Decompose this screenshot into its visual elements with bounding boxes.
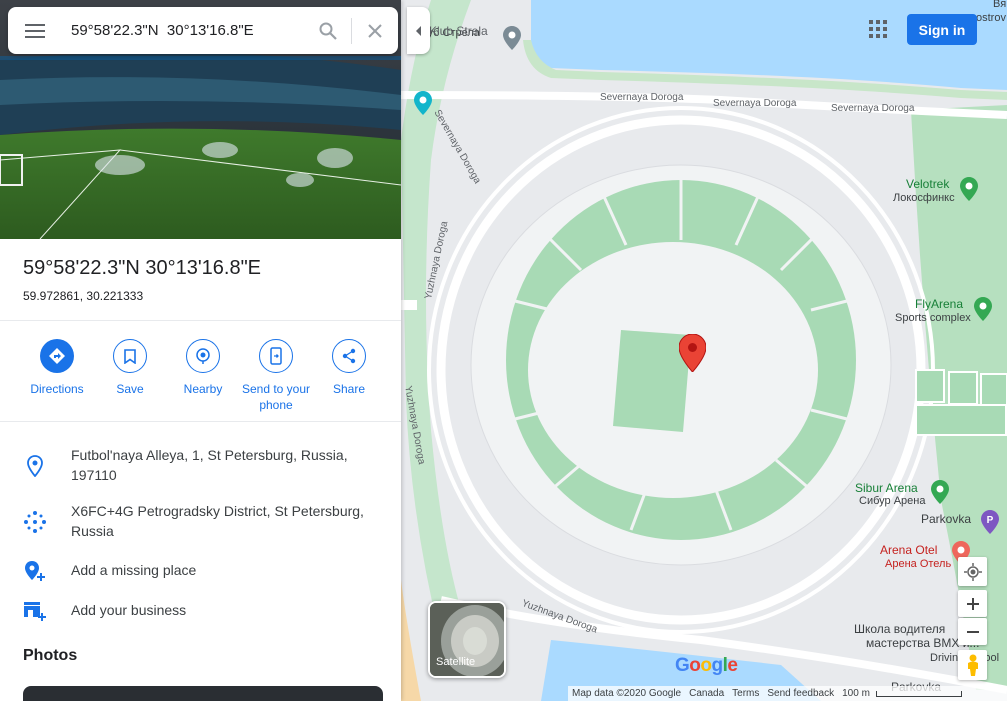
location-pin-icon [22,453,48,479]
send-to-phone-icon [270,347,282,365]
map-label-velotrek[interactable]: Velotrek [906,177,949,191]
scale-label[interactable]: 100 m [842,688,870,699]
directions-button[interactable]: Directions [20,339,94,397]
save-label: Save [116,382,144,396]
map-data-attribution: Map data ©2020 Google [572,688,682,699]
google-logo: Google [675,655,738,676]
velotrek-pin-icon[interactable] [960,177,978,201]
photo-thumbnail[interactable] [23,686,383,701]
nearby-circle[interactable] [186,339,220,373]
divider [0,421,401,422]
parking-pin-icon[interactable]: P [981,510,999,534]
map-label-flyarena[interactable]: FlyArena [915,297,963,311]
share-button[interactable]: Share [312,339,386,397]
map-label-ostrov-top: Вя [993,0,1007,10]
plus-code-icon [22,509,48,535]
bookmark-icon [124,348,136,364]
map-label-parkovka-1[interactable]: Parkovka [921,512,971,526]
my-location-button[interactable] [958,557,987,586]
search-box: 59°58'22.3"N 30°13'16.8"E [8,7,398,54]
map-label-sibur-arena[interactable]: Sibur Arena [855,481,918,495]
satellite-label: Satellite [436,656,476,668]
map-label-flyarena-sub: Sports complex [895,312,971,324]
sibur-arena-pin-icon[interactable] [931,480,949,504]
sign-in-button[interactable]: Sign in [907,14,977,45]
photos-heading: Photos [23,647,78,664]
klub-strela-pin-icon[interactable] [503,26,521,50]
map-label-arena-otel[interactable]: Arena Otel [880,543,937,557]
apps-grid-icon[interactable] [866,17,890,41]
address-text: Futbol'naya Alleya, 1, St Petersburg, Ru… [71,447,348,483]
nearby-icon [196,348,210,364]
directions-label: Directions [30,382,84,396]
decimal-coordinates: 59.972861, 30.221333 [23,289,144,303]
place-title: 59°58'22.3"N 30°13'16.8"E [23,257,262,279]
save-circle[interactable] [113,339,147,373]
menu-button[interactable] [8,7,62,54]
map-label-arena-otel-ru: Арена Отель [885,558,952,570]
pegman-icon [967,654,978,676]
map-label-klub-strela[interactable]: Klub Strela [429,24,488,38]
search-input[interactable]: 59°58'22.3"N 30°13'16.8"E [62,22,305,39]
map-footer: Map data ©2020 Google Canada Terms Send … [568,686,1007,701]
nearby-label: Nearby [183,382,223,396]
chevron-left-icon [415,25,421,36]
map-label-severnaya-doroga-2: Severnaya Doroga [713,98,797,109]
directions-circle[interactable] [40,339,74,373]
map-label-sibur-arena-ru: Сибур Арена [859,495,926,507]
flyarena-pin-icon[interactable] [974,297,992,321]
svg-text:P: P [987,515,994,526]
zoom-out-button[interactable] [958,618,987,645]
search-icon [319,22,337,40]
close-icon [368,23,382,38]
map-label-shkola-1[interactable]: Школа водителя [854,622,945,636]
collapse-panel-button[interactable] [407,7,430,54]
map-canvas[interactable]: й клуб Стрела Klub Strela ostrov Вя Seve… [401,0,1007,701]
send-to-phone-circle[interactable] [259,339,293,373]
map-label-severnaya-doroga-1: Severnaya Doroga [600,92,684,103]
satellite-layer-toggle[interactable]: Satellite [428,601,506,678]
search-button[interactable] [305,7,351,54]
share-label: Share [332,382,366,396]
map-label-ostrov: ostrov [976,12,1006,24]
add-missing-place-text: Add a missing place [71,562,197,578]
nearby-button[interactable]: Nearby [166,339,240,397]
selected-location-pin-icon[interactable] [679,334,706,372]
map-label-severnaya-doroga-3: Severnaya Doroga [831,103,915,114]
terms-link[interactable]: Terms [732,688,759,699]
plus-code-text: X6FC+4G Petrogradsky District, St Peters… [71,503,364,539]
clear-search-button[interactable] [352,7,398,54]
save-button[interactable]: Save [93,339,167,397]
attraction-pin-icon[interactable] [414,91,432,115]
send-feedback-link[interactable]: Send feedback [767,688,834,699]
region-link[interactable]: Canada [689,688,724,699]
share-icon [342,348,356,364]
hamburger-menu-icon [25,23,45,38]
send-to-phone-button[interactable]: Send to your phone [239,339,313,413]
place-details-panel: 59°58'22.3"N 30°13'16.8"E 59°58'22.3"N 3… [0,0,401,701]
send-to-phone-label: Send to your phone [241,382,311,412]
add-business-icon [22,598,48,624]
scale-bar[interactable] [875,690,962,697]
share-circle[interactable] [332,339,366,373]
add-business-text: Add your business [71,602,187,618]
minus-icon [966,630,979,633]
add-location-icon [22,558,48,584]
street-view-pegman-button[interactable] [958,650,987,680]
map-label-velotrek-ru: Локосфинкс [893,192,955,204]
divider [0,320,401,321]
directions-icon [49,348,65,364]
my-location-icon [963,562,982,581]
zoom-in-button[interactable] [958,590,987,617]
plus-icon [966,597,979,610]
